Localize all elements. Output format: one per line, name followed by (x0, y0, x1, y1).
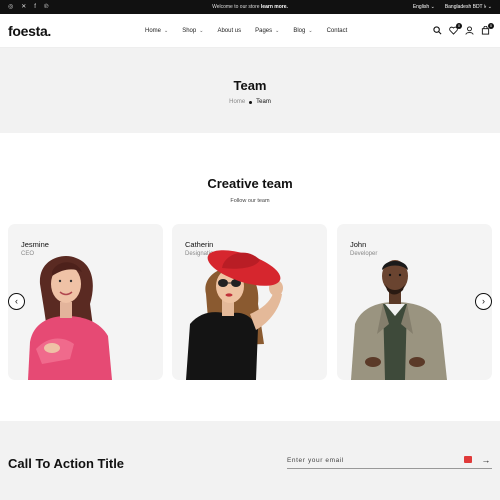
chevron-down-icon: ⌄ (275, 28, 280, 34)
team-member-card[interactable]: Jesmine CEO (8, 224, 163, 380)
chevron-down-icon: ⌄ (164, 28, 169, 34)
learn-more-link[interactable]: learn more. (261, 4, 288, 10)
wishlist-count-badge: 0 (456, 23, 462, 29)
site-header: foesta. Home ⌄ Shop ⌄ About us Pages ⌄ Blog… (0, 14, 500, 48)
search-icon[interactable] (433, 26, 442, 35)
breadcrumb-home-link[interactable]: Home (229, 99, 245, 105)
announcement-bar: ◎ ✕ f ℗ Welcome to our store learn more.… (0, 0, 500, 14)
nav-item-pages[interactable]: Pages ⌄ (255, 28, 279, 34)
team-section-subtitle: Follow our team (230, 198, 270, 204)
mail-icon (464, 456, 472, 463)
page-title: Team (233, 78, 267, 93)
breadcrumb: Home Team (0, 99, 500, 105)
cta-title: Call To Action Title (8, 456, 125, 471)
main-nav: Home ⌄ Shop ⌄ About us Pages ⌄ Blog ⌄ Contac… (145, 28, 361, 34)
chevron-down-icon: ⌄ (308, 28, 313, 34)
page-title-band: Team Home Team (0, 48, 500, 133)
member-photo (186, 250, 283, 380)
wishlist-icon[interactable]: 0 (449, 23, 462, 35)
carousel-prev-button[interactable]: ‹ (8, 293, 25, 310)
site-logo[interactable]: foesta. (8, 23, 51, 39)
breadcrumb-separator (249, 100, 253, 104)
cart-count-badge: 0 (488, 23, 494, 29)
team-section-title: Creative team (207, 176, 293, 191)
nav-item-shop[interactable]: Shop ⌄ (182, 28, 203, 34)
member-photo (351, 260, 447, 380)
cart-icon[interactable]: 0 (481, 23, 494, 35)
call-to-action-band: Call To Action Title Enter your email → (0, 421, 500, 500)
team-member-card[interactable]: John Developer (337, 224, 492, 380)
nav-item-blog[interactable]: Blog ⌄ (293, 28, 312, 34)
nav-item-about[interactable]: About us (217, 28, 241, 34)
nav-item-home[interactable]: Home ⌄ (145, 28, 168, 34)
carousel-next-button[interactable]: › (475, 293, 492, 310)
send-arrow-icon[interactable]: → (481, 455, 491, 465)
nav-item-contact[interactable]: Contact (327, 28, 348, 34)
email-field[interactable]: Enter your email → (287, 453, 492, 469)
team-member-card[interactable]: Catherin Designation (172, 224, 327, 380)
email-placeholder: Enter your email (287, 457, 344, 464)
language-selector[interactable]: English ⌄ (413, 4, 435, 12)
chevron-down-icon: ⌄ (199, 28, 204, 34)
member-photo (28, 255, 112, 380)
account-icon[interactable] (465, 26, 474, 35)
currency-selector[interactable]: Bangladesh BDT ৳ ⌄ (445, 4, 492, 12)
breadcrumb-current: Team (256, 99, 271, 105)
